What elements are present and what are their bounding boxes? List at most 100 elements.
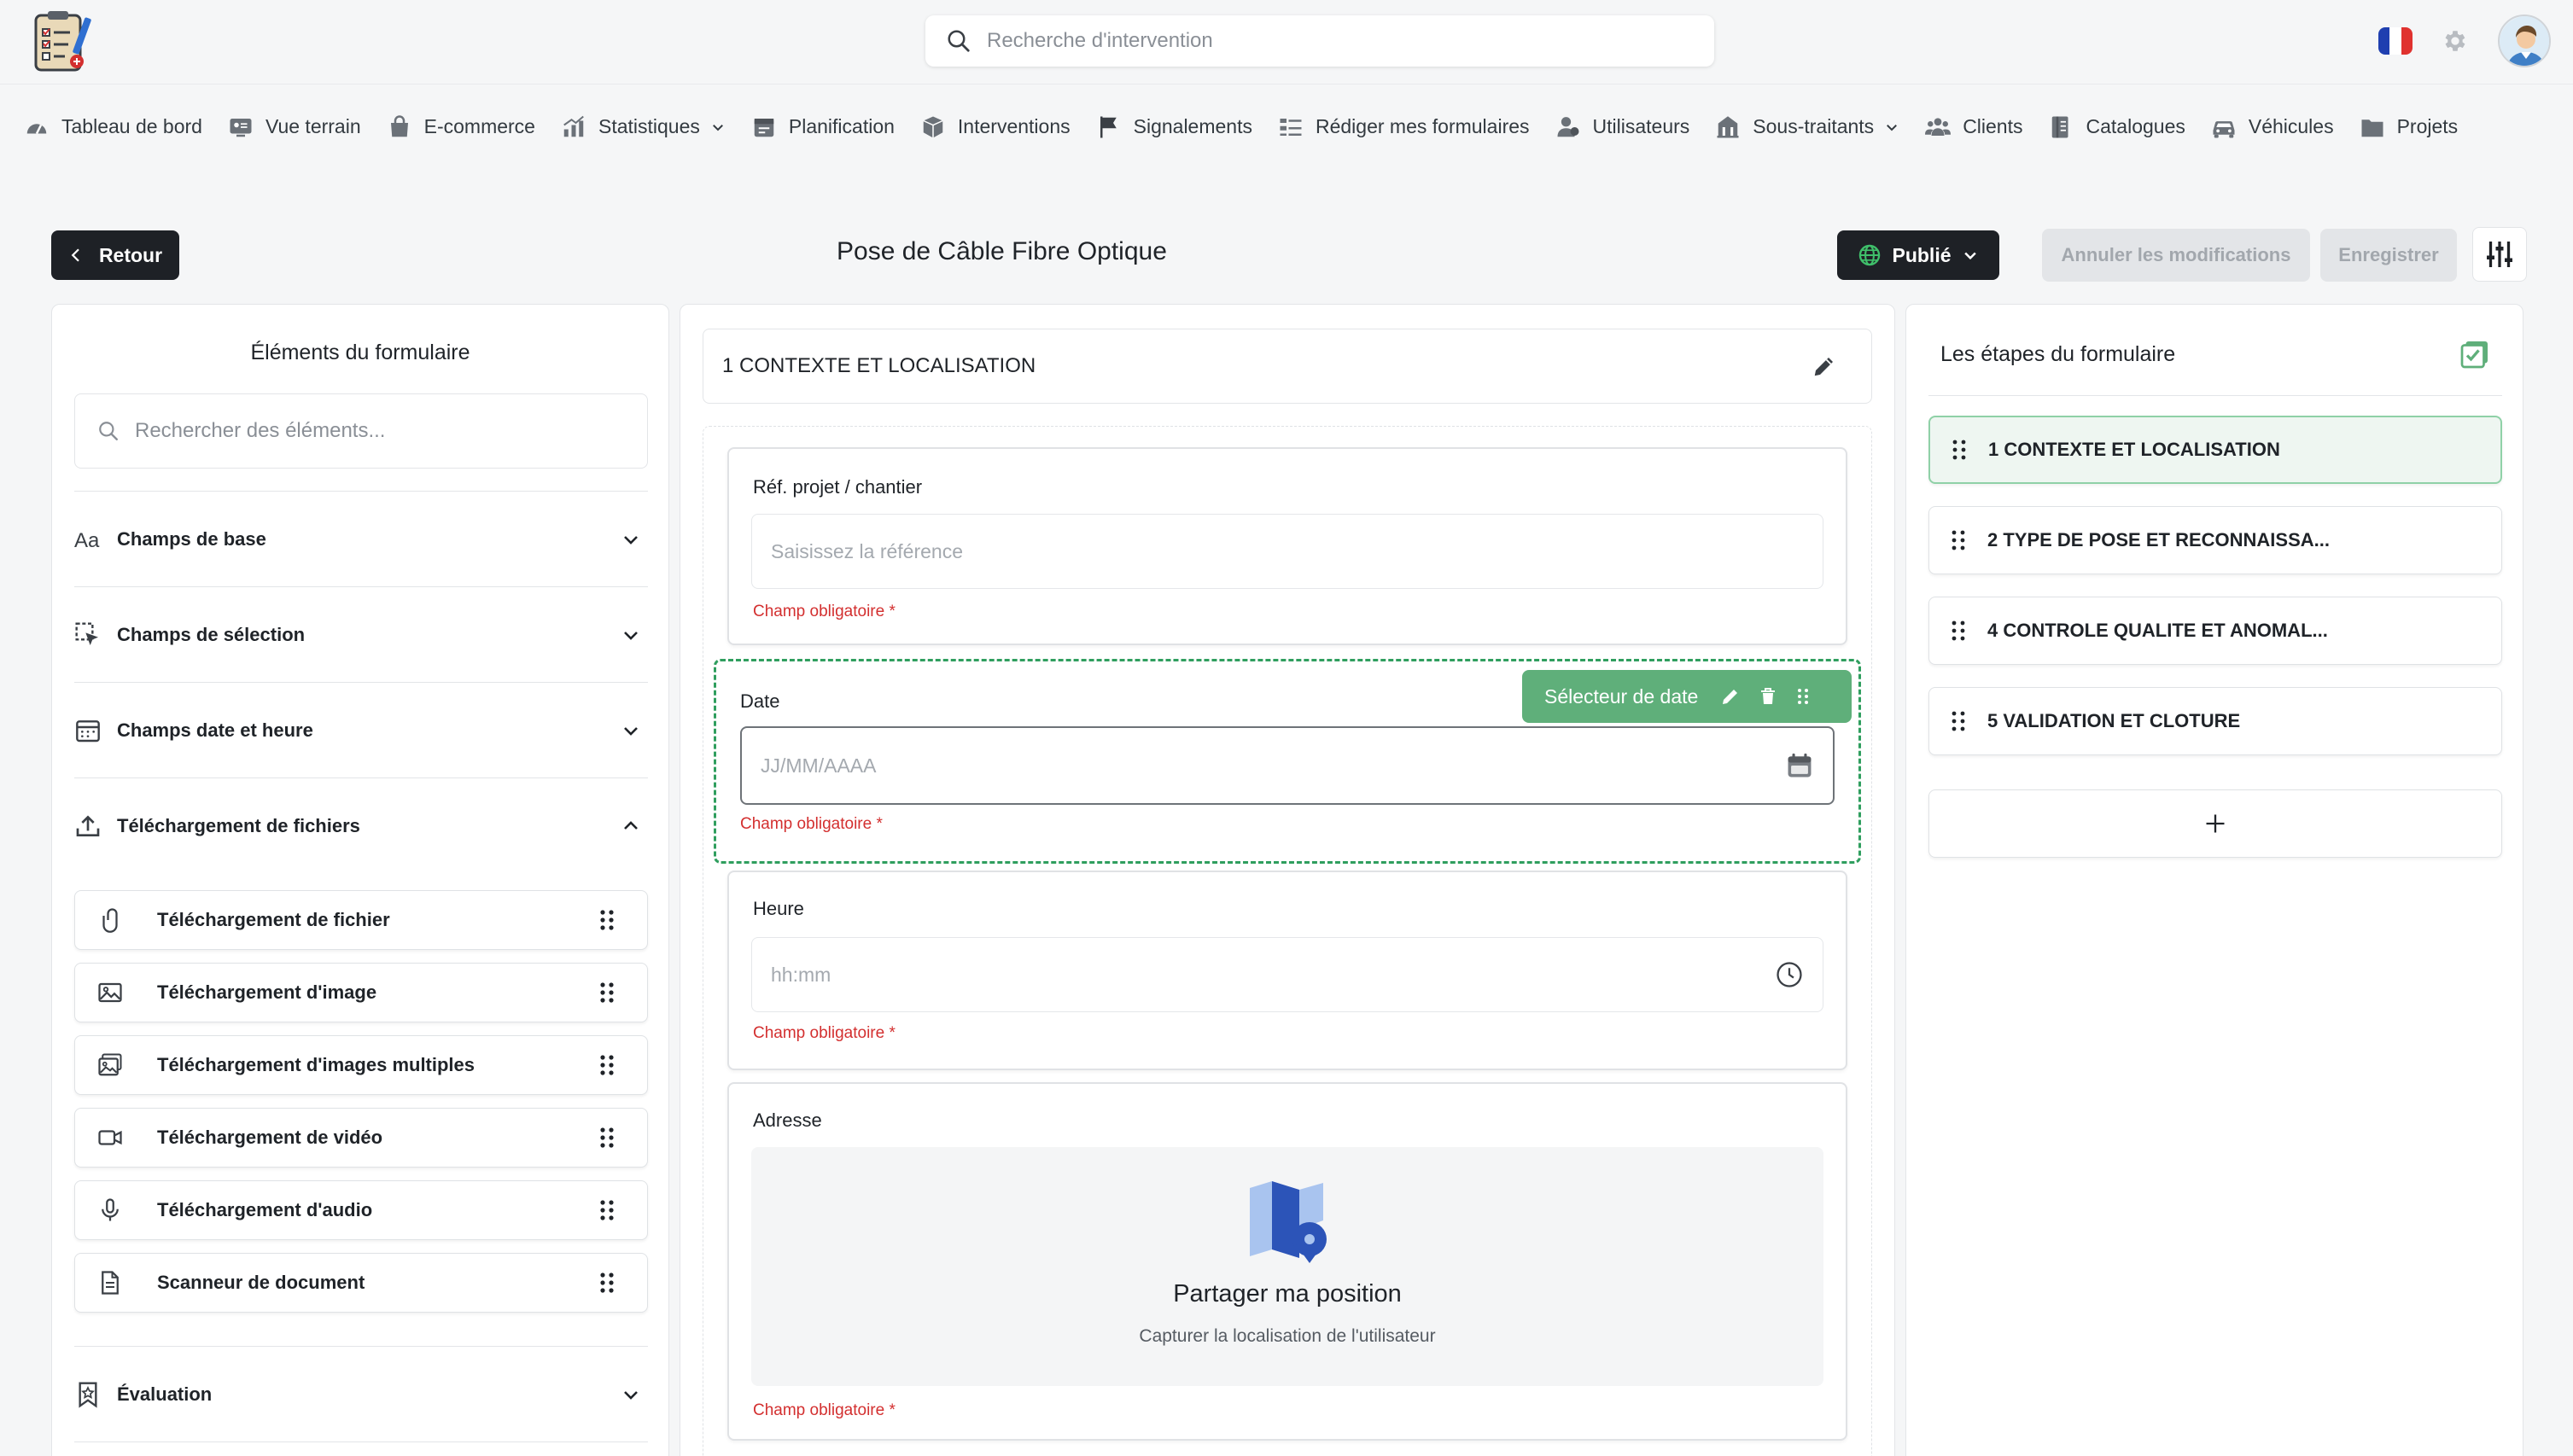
chevron-left-icon — [68, 248, 84, 263]
project-reference-input-box[interactable] — [751, 514, 1823, 589]
form-settings-button[interactable] — [2472, 227, 2527, 282]
drag-handle-icon[interactable] — [598, 1270, 616, 1296]
nav-item-label: Projets — [2396, 115, 2459, 137]
save-button[interactable]: Enregistrer — [2320, 229, 2457, 282]
drag-handle-icon[interactable] — [598, 907, 616, 933]
chevron-down-icon — [621, 1384, 641, 1405]
field-date[interactable]: Date Sélecteur de date Champ obligatoire… — [714, 659, 1861, 864]
nav-item-rediger-mes-formulaires[interactable]: Rédiger mes formulaires — [1278, 102, 1555, 153]
calendar-grid-icon — [74, 717, 102, 744]
pencil-icon[interactable] — [1720, 686, 1741, 707]
field-view-icon — [228, 114, 254, 140]
status-dropdown-button[interactable]: Publié — [1837, 230, 1999, 280]
map-pin-icon — [1246, 1178, 1330, 1263]
time-input-box[interactable] — [751, 937, 1823, 1012]
elements-panel-title: Éléments du formulaire — [250, 341, 470, 364]
share-location-subtitle: Capturer la localisation de l'utilisateu… — [1139, 1326, 1436, 1346]
document-icon — [97, 1270, 123, 1296]
calendar-icon[interactable] — [1785, 751, 1814, 780]
drag-handle-icon[interactable] — [598, 1052, 616, 1078]
gear-icon[interactable] — [2442, 27, 2469, 55]
divider — [1928, 395, 2502, 396]
category-file-upload[interactable]: Téléchargement de fichiers — [74, 778, 648, 873]
nav-item-utilisateurs[interactable]: Utilisateurs — [1555, 102, 1716, 153]
folder-icon — [2360, 114, 2385, 140]
drag-handle-icon[interactable] — [1950, 619, 1967, 643]
category-selection-fields[interactable]: Champs de sélection — [74, 586, 648, 682]
category-basic-fields[interactable]: Aa Champs de base — [74, 491, 648, 586]
drag-handle-icon[interactable] — [1950, 528, 1967, 552]
required-field-text: Champ obligatoire * — [753, 603, 896, 620]
add-step-button[interactable] — [1928, 789, 2502, 858]
language-flag-icon[interactable] — [2378, 27, 2413, 55]
chevron-up-icon — [621, 816, 641, 836]
date-input-box[interactable] — [740, 726, 1835, 805]
top-bar — [0, 0, 2573, 82]
elements-search-input[interactable] — [135, 419, 613, 443]
category-evaluation[interactable]: Évaluation — [74, 1346, 648, 1441]
page-title: Pose de Câble Fibre Optique — [837, 237, 1167, 265]
trash-icon[interactable] — [1758, 686, 1778, 707]
step-item-1[interactable]: 1 CONTEXTE ET LOCALISATION — [1928, 416, 2502, 484]
upload-icon — [74, 812, 102, 840]
step-item-2[interactable]: 2 TYPE DE POSE ET RECONNAISSA... — [1928, 506, 2502, 574]
step-label: 5 VALIDATION ET CLOTURE — [1987, 710, 2241, 731]
dashboard-icon — [24, 114, 50, 140]
element-document-scanner[interactable]: Scanneur de document — [74, 1253, 648, 1313]
drag-handle-icon[interactable] — [1951, 438, 1968, 462]
field-time[interactable]: Heure Champ obligatoire * — [727, 871, 1847, 1070]
element-file-upload[interactable]: Téléchargement de fichier — [74, 890, 648, 950]
step-item-4[interactable]: 4 CONTROLE QUALITE ET ANOMAL... — [1928, 597, 2502, 665]
time-input[interactable] — [771, 963, 1775, 987]
element-multiple-images-upload[interactable]: Téléchargement d'images multiples — [74, 1035, 648, 1095]
element-video-upload[interactable]: Téléchargement de vidéo — [74, 1108, 648, 1168]
drag-handle-icon[interactable] — [598, 980, 616, 1005]
element-image-upload[interactable]: Téléchargement d'image — [74, 963, 648, 1022]
nav-item-interventions[interactable]: Interventions — [920, 102, 1096, 153]
element-audio-upload[interactable]: Téléchargement d'audio — [74, 1180, 648, 1240]
nav-item-label: Sous-traitants — [1753, 115, 1875, 137]
user-avatar[interactable] — [2498, 15, 2551, 67]
elements-search[interactable] — [74, 393, 648, 469]
field-toolbar: Sélecteur de date — [1522, 670, 1852, 723]
date-input[interactable] — [761, 754, 1785, 778]
nav-item-signalements[interactable]: Signalements — [1096, 102, 1278, 153]
nav-item-label: E-commerce — [423, 115, 535, 137]
category-date-time-fields[interactable]: Champs date et heure — [74, 682, 648, 778]
field-address[interactable]: Adresse Partager ma position Capturer la… — [727, 1082, 1847, 1441]
nav-item-tableau-de-bord[interactable]: Tableau de bord — [24, 102, 228, 153]
chevron-down-icon — [621, 625, 641, 645]
chevron-down-icon — [621, 720, 641, 741]
element-label: Téléchargement de vidéo — [157, 1127, 383, 1148]
clock-icon[interactable] — [1775, 960, 1804, 989]
nav-item-catalogues[interactable]: Catalogues — [2049, 102, 2211, 153]
pencil-icon[interactable] — [1812, 353, 1837, 379]
app-logo-icon[interactable] — [31, 9, 97, 73]
nav-item-planification[interactable]: Planification — [751, 102, 920, 153]
drag-handle-icon[interactable] — [598, 1197, 616, 1223]
globe-icon — [1858, 243, 1882, 267]
nav-item-vue-terrain[interactable]: Vue terrain — [228, 102, 387, 153]
chevron-down-icon — [1884, 119, 1899, 135]
drag-handle-icon[interactable] — [1950, 709, 1967, 733]
element-label: Téléchargement de fichier — [157, 909, 390, 930]
share-location-box[interactable]: Partager ma position Capturer la localis… — [751, 1147, 1823, 1386]
intervention-search[interactable] — [925, 15, 1714, 67]
nav-item-e-commerce[interactable]: E-commerce — [387, 102, 561, 153]
nav-item-statistiques[interactable]: Statistiques — [561, 102, 751, 153]
cancel-changes-button[interactable]: Annuler les modifications — [2042, 229, 2310, 282]
nav-item-vehicules[interactable]: Véhicules — [2211, 102, 2360, 153]
back-button[interactable]: Retour — [51, 230, 179, 280]
drag-handle-icon[interactable] — [598, 1125, 616, 1150]
nav-item-sous-traitants[interactable]: Sous-traitants — [1715, 102, 1925, 153]
nav-item-clients[interactable]: Clients — [1925, 102, 2048, 153]
nav-item-label: Statistiques — [598, 115, 700, 137]
drag-handle-icon[interactable] — [1795, 686, 1816, 707]
nav-item-projets[interactable]: Projets — [2360, 102, 2484, 153]
project-reference-input[interactable] — [771, 539, 1823, 563]
checklist-icon[interactable] — [2459, 339, 2490, 370]
intervention-search-input[interactable] — [987, 29, 1687, 53]
field-project-reference[interactable]: Réf. projet / chantier Champ obligatoire… — [727, 447, 1847, 645]
nav-item-label: Tableau de bord — [61, 115, 202, 137]
step-item-5[interactable]: 5 VALIDATION ET CLOTURE — [1928, 687, 2502, 755]
